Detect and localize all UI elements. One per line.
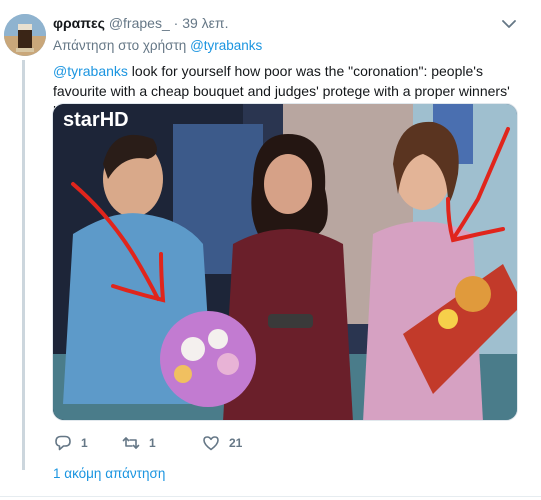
media-photo: starHD xyxy=(53,104,517,420)
tweet: φραπες @frapes_ · 39 λεπ. Απάντηση στο χ… xyxy=(0,0,541,500)
channel-logo: starHD xyxy=(63,109,129,131)
tweet-media[interactable]: starHD xyxy=(52,103,518,421)
reply-context: Απάντηση στο χρήστη @tyrabanks xyxy=(53,38,262,53)
divider xyxy=(0,496,541,497)
show-more-replies-link[interactable]: 1 ακόμη απάντηση xyxy=(53,466,165,481)
like-button[interactable]: 21 xyxy=(202,432,242,454)
reply-button[interactable]: 1 xyxy=(54,432,88,454)
reply-icon xyxy=(55,435,71,451)
heart-icon xyxy=(203,436,219,451)
retweet-icon xyxy=(122,437,140,449)
display-name[interactable]: φραπες xyxy=(53,15,105,31)
reply-to-link[interactable]: @tyrabanks xyxy=(190,38,262,53)
timestamp[interactable]: 39 λεπ. xyxy=(182,15,228,31)
separator-dot: · xyxy=(173,15,179,31)
user-handle[interactable]: @frapes_ xyxy=(109,15,170,31)
avatar[interactable] xyxy=(4,14,46,56)
like-count: 21 xyxy=(229,436,243,450)
avatar-image xyxy=(4,14,46,56)
thread-line xyxy=(22,60,25,470)
retweet-button[interactable]: 1 xyxy=(122,432,156,454)
mention-link[interactable]: @tyrabanks xyxy=(53,63,128,79)
reply-prefix: Απάντηση στο χρήστη xyxy=(53,38,187,53)
tweet-actions: 1 1 21 xyxy=(52,432,352,454)
retweet-count: 1 xyxy=(149,436,156,450)
tweet-header: φραπες @frapes_ · 39 λεπ. xyxy=(53,15,228,32)
reply-count: 1 xyxy=(81,436,88,450)
chevron-down-icon[interactable] xyxy=(500,15,518,33)
